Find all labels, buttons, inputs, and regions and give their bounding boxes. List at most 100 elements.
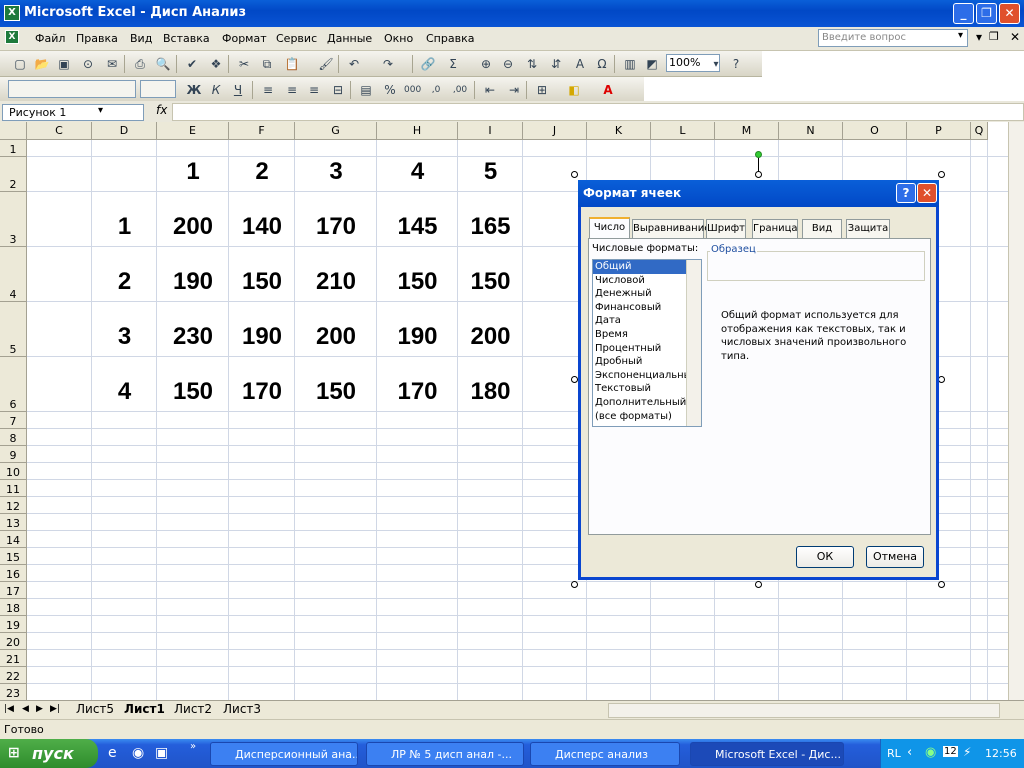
- align-left-icon[interactable]: ≡: [260, 82, 276, 98]
- tray-number-badge[interactable]: 12: [943, 746, 958, 757]
- spelling-icon[interactable]: ✔: [184, 56, 200, 72]
- tab-alignment[interactable]: Выравнивание: [632, 219, 710, 238]
- selection-handle[interactable]: [938, 581, 945, 588]
- selection-handle[interactable]: [755, 581, 762, 588]
- column-header[interactable]: H: [377, 122, 458, 140]
- next-sheet-icon[interactable]: ▶: [36, 704, 43, 714]
- format-list-item[interactable]: Экспоненциальный: [593, 369, 701, 383]
- dialog-help-button[interactable]: ?: [896, 183, 916, 203]
- cut-icon[interactable]: ✂: [236, 56, 252, 72]
- row-header[interactable]: 9: [0, 446, 27, 463]
- menu-format[interactable]: Формат: [222, 32, 267, 45]
- underline-icon[interactable]: Ч: [230, 82, 246, 98]
- column-header[interactable]: N: [779, 122, 843, 140]
- open-icon[interactable]: 📂: [34, 56, 50, 72]
- format-list-item[interactable]: Денежный: [593, 287, 701, 301]
- tab-border[interactable]: Граница: [752, 219, 798, 238]
- task-word-1[interactable]: Дисперсионный ана...: [210, 742, 358, 766]
- row-header[interactable]: 22: [0, 667, 27, 684]
- task-folder[interactable]: Дисперс анализ: [530, 742, 680, 766]
- align-center-icon[interactable]: ≡: [284, 82, 300, 98]
- format-list-scrollbar[interactable]: [686, 260, 701, 426]
- menu-data[interactable]: Данные: [327, 32, 372, 45]
- sheet-tab[interactable]: Лист5: [76, 702, 114, 716]
- zoom-dropdown-icon[interactable]: ▾: [708, 57, 724, 73]
- format-list-item[interactable]: Дополнительный: [593, 396, 701, 410]
- opera-icon[interactable]: ◉: [132, 745, 144, 761]
- menu-help[interactable]: Справка: [426, 32, 474, 45]
- comma-style-icon[interactable]: 000: [404, 82, 421, 98]
- vertical-scrollbar[interactable]: [1008, 122, 1024, 700]
- rotation-handle[interactable]: [755, 151, 762, 158]
- tray-network-icon[interactable]: ⚡: [963, 745, 971, 759]
- column-header[interactable]: P: [907, 122, 971, 140]
- help-icon[interactable]: ?: [728, 56, 744, 72]
- format-list-item[interactable]: (все форматы): [593, 410, 701, 424]
- zoom-out-icon[interactable]: ⊖: [500, 56, 516, 72]
- name-box[interactable]: Рисунок 1: [2, 104, 144, 121]
- sheet-tab[interactable]: Лист3: [223, 702, 261, 716]
- new-icon[interactable]: ▢: [12, 56, 28, 72]
- menu-window[interactable]: Окно: [384, 32, 413, 45]
- font-size-select[interactable]: [140, 80, 176, 98]
- row-header[interactable]: 17: [0, 582, 27, 599]
- column-header[interactable]: F: [229, 122, 295, 140]
- column-header[interactable]: J: [523, 122, 587, 140]
- fx-icon[interactable]: fx: [156, 103, 167, 117]
- doc-close-icon[interactable]: ✕: [1010, 30, 1020, 44]
- print-preview-icon[interactable]: 🔍: [155, 56, 171, 72]
- ask-question-input[interactable]: Введите вопрос: [818, 29, 968, 47]
- paste-icon[interactable]: 📋: [284, 56, 300, 72]
- row-header[interactable]: 8: [0, 429, 27, 446]
- quicklaunch-more-icon[interactable]: »: [190, 741, 196, 752]
- row-header[interactable]: 20: [0, 633, 27, 650]
- row-header[interactable]: 21: [0, 650, 27, 667]
- column-header[interactable]: I: [458, 122, 523, 140]
- selection-handle[interactable]: [571, 171, 578, 178]
- format-list-item[interactable]: Общий: [593, 260, 701, 274]
- column-header[interactable]: G: [295, 122, 377, 140]
- tray-expand-icon[interactable]: ‹: [907, 745, 912, 760]
- selection-handle[interactable]: [571, 376, 578, 383]
- chart-wizard-icon[interactable]: ▥: [622, 56, 638, 72]
- start-button[interactable]: ⊞ пуск: [0, 739, 98, 768]
- permission-icon[interactable]: ⊙: [80, 56, 96, 72]
- format-list-item[interactable]: Дробный: [593, 355, 701, 369]
- horizontal-scrollbar[interactable]: [608, 703, 1000, 718]
- bold-icon[interactable]: Ж: [186, 82, 202, 98]
- number-formats-list[interactable]: Общий Числовой Денежный Финансовый Дата Время…: [592, 259, 702, 427]
- ask-dropdown-icon[interactable]: ▾: [958, 30, 963, 41]
- media-icon[interactable]: ▣: [155, 745, 168, 761]
- first-sheet-icon[interactable]: |◀: [4, 704, 14, 714]
- row-header[interactable]: 7: [0, 412, 27, 429]
- restore-button[interactable]: ❐: [976, 3, 997, 24]
- column-header[interactable]: O: [843, 122, 907, 140]
- workbook-icon[interactable]: X: [5, 30, 19, 44]
- menu-view[interactable]: Вид: [130, 32, 152, 45]
- row-header[interactable]: 23: [0, 684, 27, 700]
- dialog-close-button[interactable]: ✕: [917, 183, 937, 203]
- selection-handle[interactable]: [938, 171, 945, 178]
- cancel-button[interactable]: Отмена: [866, 546, 924, 568]
- format-list-item[interactable]: Текстовый: [593, 382, 701, 396]
- menu-insert[interactable]: Вставка: [163, 32, 210, 45]
- decrease-indent-icon[interactable]: ⇤: [482, 82, 498, 98]
- save-icon[interactable]: ▣: [56, 56, 72, 72]
- doc-restore-icon[interactable]: ❐: [989, 30, 999, 43]
- row-header[interactable]: 2: [0, 157, 27, 192]
- currency-icon[interactable]: ▤: [358, 82, 374, 98]
- sort-desc-icon[interactable]: ⇵: [548, 56, 564, 72]
- column-header[interactable]: K: [587, 122, 651, 140]
- autosum-icon[interactable]: Σ: [445, 56, 461, 72]
- merge-center-icon[interactable]: ⊟: [330, 82, 346, 98]
- row-header[interactable]: 10: [0, 463, 27, 480]
- language-indicator[interactable]: RL: [887, 747, 901, 760]
- row-header[interactable]: 6: [0, 357, 27, 412]
- column-header[interactable]: D: [92, 122, 157, 140]
- column-header[interactable]: M: [715, 122, 779, 140]
- sort-asc-icon[interactable]: ⇅: [524, 56, 540, 72]
- selection-handle[interactable]: [938, 376, 945, 383]
- ie-icon[interactable]: e: [108, 745, 117, 761]
- tray-app-icon[interactable]: ◉: [925, 745, 936, 760]
- row-header[interactable]: 3: [0, 192, 27, 247]
